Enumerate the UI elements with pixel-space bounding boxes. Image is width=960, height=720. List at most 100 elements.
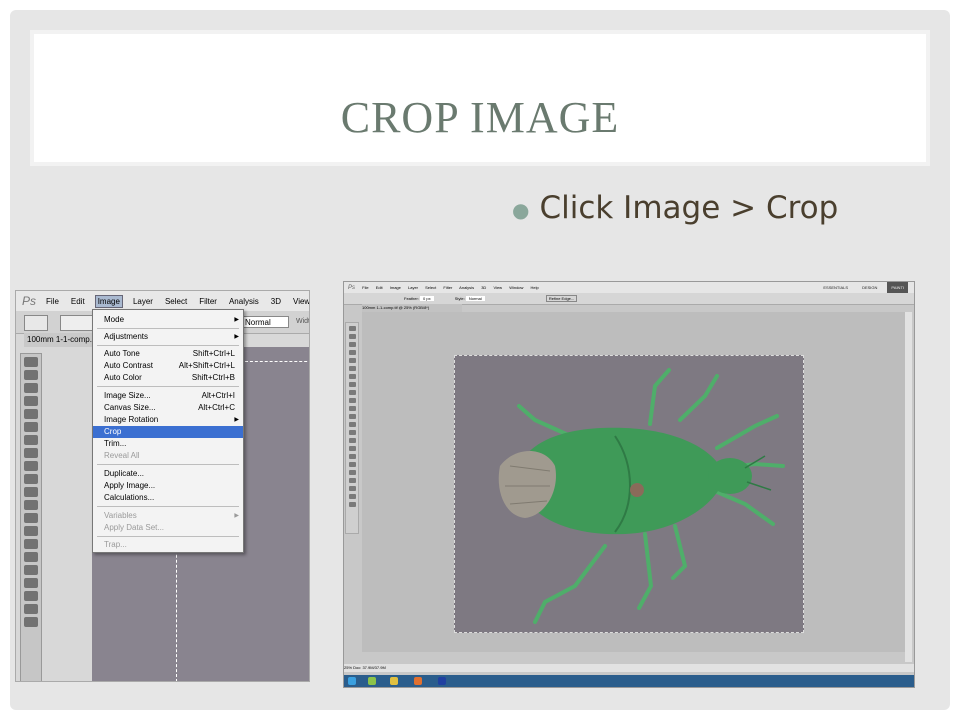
path-select-tool-icon[interactable] xyxy=(348,454,356,459)
color-swatches-icon[interactable] xyxy=(348,494,356,499)
brush-tool-icon[interactable] xyxy=(24,448,38,458)
gradient-tool-icon[interactable] xyxy=(24,500,38,510)
blur-tool-icon[interactable] xyxy=(24,513,38,523)
3d-rotate-tool-icon[interactable] xyxy=(348,470,356,475)
menu-item-image-size[interactable]: Image Size... Alt+Ctrl+I xyxy=(93,390,243,402)
menu-3d[interactable]: 3D xyxy=(269,296,283,307)
quick-mask-icon[interactable] xyxy=(348,502,356,507)
menu-item-auto-tone[interactable]: Auto Tone Shift+Ctrl+L xyxy=(93,348,243,360)
menu-file[interactable]: File xyxy=(362,285,368,290)
photoshop-taskbar-icon[interactable] xyxy=(438,677,446,685)
healing-tool-icon[interactable] xyxy=(24,435,38,445)
move-tool-icon[interactable] xyxy=(24,357,38,367)
folder-icon[interactable] xyxy=(390,677,398,685)
3d-orbit-tool-icon[interactable] xyxy=(24,604,38,614)
gradient-tool-icon[interactable] xyxy=(348,414,356,419)
right-photoshop-screenshot: Ps File Edit Image Layer Select Filter A… xyxy=(343,281,915,688)
menu-view[interactable]: View xyxy=(493,285,502,290)
menu-filter[interactable]: Filter xyxy=(443,285,452,290)
menu-filter[interactable]: Filter xyxy=(197,296,219,307)
crop-tool-icon[interactable] xyxy=(24,409,38,419)
menu-window[interactable]: Window xyxy=(509,285,523,290)
hand-tool-icon[interactable] xyxy=(24,617,38,627)
workspace-painting[interactable]: PAINTI xyxy=(887,282,908,293)
menu-view[interactable]: View xyxy=(291,296,309,307)
menu-layer[interactable]: Layer xyxy=(408,285,418,290)
shape-tool-icon[interactable] xyxy=(24,578,38,588)
menu-item-adjustments[interactable]: Adjustments ▶ xyxy=(93,331,243,343)
hand-tool-icon[interactable] xyxy=(348,478,356,483)
menu-separator xyxy=(97,464,239,465)
healing-tool-icon[interactable] xyxy=(348,374,356,379)
menu-item-apply-image[interactable]: Apply Image... xyxy=(93,480,243,492)
marquee-tool-icon[interactable] xyxy=(24,370,38,380)
media-player-icon[interactable] xyxy=(414,677,422,685)
menu-help[interactable]: Help xyxy=(531,285,539,290)
blur-tool-icon[interactable] xyxy=(348,422,356,427)
menu-item-canvas-size[interactable]: Canvas Size... Alt+Ctrl+C xyxy=(93,402,243,414)
menu-layer[interactable]: Layer xyxy=(131,296,155,307)
menu-item-crop[interactable]: Crop xyxy=(93,426,243,438)
menu-item-calculations[interactable]: Calculations... xyxy=(93,492,243,504)
lasso-tool-icon[interactable] xyxy=(348,342,356,347)
menu-item-image-rotation[interactable]: Image Rotation ▶ xyxy=(93,414,243,426)
menu-select[interactable]: Select xyxy=(425,285,436,290)
menu-item-duplicate[interactable]: Duplicate... xyxy=(93,468,243,480)
vertical-scrollbar[interactable] xyxy=(905,312,912,662)
eyedropper-tool-icon[interactable] xyxy=(348,366,356,371)
menu-image[interactable]: Image xyxy=(390,285,401,290)
history-brush-tool-icon[interactable] xyxy=(24,474,38,484)
brush-tool-icon[interactable] xyxy=(348,382,356,387)
start-button-icon[interactable] xyxy=(348,677,356,685)
quick-select-tool-icon[interactable] xyxy=(24,396,38,406)
3d-rotate-tool-icon[interactable] xyxy=(24,591,38,601)
lasso-tool-icon[interactable] xyxy=(24,383,38,393)
marquee-tool-preset-icon[interactable] xyxy=(24,315,48,331)
eraser-tool-icon[interactable] xyxy=(348,406,356,411)
blend-mode-select[interactable]: Normal xyxy=(241,316,289,328)
dodge-tool-icon[interactable] xyxy=(24,526,38,536)
menu-analysis[interactable]: Analysis xyxy=(227,296,261,307)
menu-item-auto-contrast[interactable]: Auto Contrast Alt+Shift+Ctrl+L xyxy=(93,360,243,372)
menu-item-apply-data-set[interactable]: Apply Data Set... xyxy=(93,522,243,534)
zoom-tool-icon[interactable] xyxy=(348,486,356,491)
history-brush-tool-icon[interactable] xyxy=(348,398,356,403)
move-tool-icon[interactable] xyxy=(348,326,356,331)
menu-item-variables[interactable]: Variables ▶ xyxy=(93,510,243,522)
selection-mode-buttons[interactable] xyxy=(60,315,94,331)
stamp-tool-icon[interactable] xyxy=(24,461,38,471)
menu-select[interactable]: Select xyxy=(163,296,189,307)
menu-item-trap[interactable]: Trap... xyxy=(93,539,243,551)
refine-edge-button[interactable]: Refine Edge... xyxy=(545,295,578,302)
eyedropper-tool-icon[interactable] xyxy=(24,422,38,432)
menu-item-auto-color[interactable]: Auto Color Shift+Ctrl+B xyxy=(93,372,243,384)
style-select[interactable]: Normal xyxy=(465,296,485,301)
type-tool-icon[interactable] xyxy=(348,446,356,451)
menu-3d[interactable]: 3D xyxy=(481,285,486,290)
marquee-tool-icon[interactable] xyxy=(348,334,356,339)
stink-bug-icon xyxy=(498,368,785,624)
crop-tool-icon[interactable] xyxy=(348,358,356,363)
menu-item-mode[interactable]: Mode ▶ xyxy=(93,314,243,326)
dodge-tool-icon[interactable] xyxy=(348,430,356,435)
quick-select-tool-icon[interactable] xyxy=(348,350,356,355)
menu-item-reveal-all[interactable]: Reveal All xyxy=(93,450,243,462)
shape-tool-icon[interactable] xyxy=(348,462,356,467)
type-tool-icon[interactable] xyxy=(24,552,38,562)
menu-image[interactable]: Image xyxy=(94,294,123,308)
menu-edit[interactable]: Edit xyxy=(69,296,87,307)
path-select-tool-icon[interactable] xyxy=(24,565,38,575)
pen-tool-icon[interactable] xyxy=(348,438,356,443)
right-document-tab[interactable]: 100mm 1-1-comp.tif @ 25% (RGB/8*) xyxy=(362,304,462,312)
menu-file[interactable]: File xyxy=(44,296,61,307)
workspace-design[interactable]: DESIGN xyxy=(858,282,881,293)
pen-tool-icon[interactable] xyxy=(24,539,38,549)
menu-analysis[interactable]: Analysis xyxy=(459,285,474,290)
eraser-tool-icon[interactable] xyxy=(24,487,38,497)
menu-edit[interactable]: Edit xyxy=(376,285,383,290)
menu-item-trim[interactable]: Trim... xyxy=(93,438,243,450)
feather-input[interactable]: 0 px xyxy=(420,296,434,301)
stamp-tool-icon[interactable] xyxy=(348,390,356,395)
browser-icon[interactable] xyxy=(368,677,376,685)
workspace-essentials[interactable]: ESSENTIALS xyxy=(819,282,852,293)
